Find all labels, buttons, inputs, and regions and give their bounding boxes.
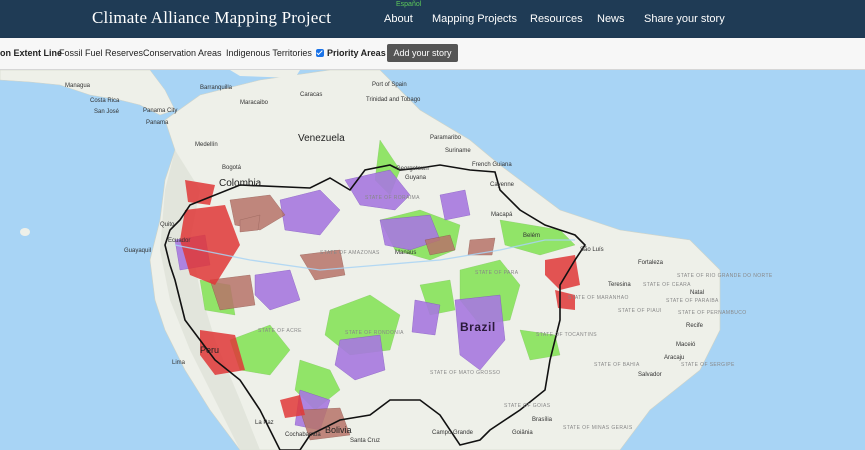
label-la-paz: La Paz: [255, 420, 274, 426]
indigenous-territory[interactable]: [439, 189, 471, 221]
nav-mapping-projects[interactable]: Mapping Projects: [432, 13, 517, 25]
label-state-piaui: STATE OF PIAUI: [618, 308, 662, 314]
layer-toggle-indigenous-territories[interactable]: Indigenous Territories: [226, 48, 312, 58]
label-lima: Lima: [172, 360, 186, 366]
label-state-ceara: STATE OF CEARA: [643, 282, 691, 288]
label-guayaquil: Guayaquil: [124, 248, 152, 254]
label-aracaju: Aracaju: [664, 355, 685, 361]
label-state-maranhao: STATE OF MARANHAO: [568, 295, 629, 301]
layer-toggle-extent-line[interactable]: on Extent Line: [0, 48, 62, 58]
label-state-minas-gerais: STATE OF MINAS GERAIS: [563, 425, 633, 431]
layer-toggle-fossil-fuel-reserves[interactable]: Fossil Fuel Reserves: [59, 48, 143, 58]
label-panama-city: Panama City: [143, 108, 178, 114]
label-panama: Panama: [146, 120, 169, 126]
label-manaus: Manaus: [395, 250, 417, 256]
label-georgetown: Georgetown: [396, 166, 429, 172]
label-sao-luis: São Luís: [580, 247, 604, 253]
layer-toggle-conservation-areas[interactable]: Conservation Areas: [143, 48, 222, 58]
label-port-of-spain: Port of Spain: [372, 82, 407, 88]
label-state-goias: STATE OF GOIAS: [504, 403, 551, 409]
label-bolivia: Bolivia: [325, 425, 352, 435]
top-navbar: Climate Alliance Mapping Project Español…: [0, 0, 865, 38]
label-fortaleza: Fortaleza: [638, 260, 664, 266]
label-maceio: Maceió: [676, 342, 696, 348]
label-medellin: Medellín: [195, 142, 218, 148]
galapagos-islands: [20, 228, 30, 236]
label-cayenne: Cayenne: [490, 182, 515, 188]
language-link-espanol[interactable]: Español: [396, 1, 421, 8]
label-recife: Recife: [686, 323, 704, 329]
label-guyana: Guyana: [405, 175, 427, 181]
label-trinidad-and-tobago: Trinidad and Tobago: [366, 97, 421, 103]
label-belem: Belém: [523, 233, 541, 239]
label-state-roraima: STATE OF RORAIMA: [365, 195, 420, 201]
map-canvas[interactable]: Venezuela Colombia Brazil Bolivia Peru E…: [0, 70, 865, 450]
label-barranquilla: Barranquilla: [200, 85, 233, 91]
label-natal: Natal: [690, 290, 705, 296]
add-your-story-button[interactable]: Add your story: [387, 44, 458, 62]
priority-areas-checkbox[interactable]: [316, 49, 324, 57]
label-french-guiana: French Guiana: [472, 162, 512, 168]
layer-toggle-priority-areas[interactable]: Priority Areas: [327, 48, 386, 58]
label-macapa: Macapá: [491, 212, 513, 218]
label-teresina: Teresina: [608, 282, 631, 288]
label-goiania: Goiânia: [512, 430, 533, 436]
site-title[interactable]: Climate Alliance Mapping Project: [92, 8, 331, 28]
label-santa-cruz: Santa Cruz: [350, 438, 381, 444]
label-salvador: Salvador: [638, 372, 662, 378]
label-state-rio-grande-do-norte: STATE OF RIO GRANDE DO NORTE: [677, 273, 773, 279]
label-cochabamba: Cochabamba: [285, 432, 321, 438]
label-caracas: Caracas: [300, 92, 323, 98]
label-costa-rica: Costa Rica: [90, 98, 120, 104]
nav-share-your-story[interactable]: Share your story: [644, 13, 725, 25]
label-state-para: STATE OF PARA: [475, 270, 519, 276]
label-suriname: Suriname: [445, 148, 471, 154]
map-svg: [0, 70, 865, 450]
label-state-sergipe: STATE OF SERGIPE: [681, 362, 735, 368]
label-ecuador: Ecuador: [168, 238, 191, 244]
label-state-paraiba: STATE OF PARAIBA: [666, 298, 719, 304]
label-peru: Peru: [200, 345, 220, 355]
label-paramaribo: Paramaribo: [430, 135, 462, 141]
label-campo-grande: Campo Grande: [432, 430, 474, 436]
label-managua: Managua: [65, 83, 91, 89]
indigenous-territory[interactable]: [411, 299, 441, 336]
label-san-jose: San José: [94, 109, 120, 115]
label-brasilia: Brasília: [532, 417, 553, 423]
label-maracaibo: Maracaibo: [240, 100, 269, 106]
label-quito: Quito: [160, 222, 175, 228]
nav-news[interactable]: News: [597, 13, 625, 25]
label-state-bahia: STATE OF BAHIA: [594, 362, 640, 368]
label-state-rondonia: STATE OF RONDONIA: [345, 330, 404, 336]
label-state-tocantins: STATE OF TOCANTINS: [536, 332, 598, 338]
nav-resources[interactable]: Resources: [530, 13, 583, 25]
label-brazil: Brazil: [460, 320, 496, 334]
label-state-pernambuco: STATE OF PERNAMBUCO: [678, 310, 747, 316]
label-colombia: Colombia: [219, 178, 262, 189]
label-state-mato-grosso: STATE OF MATO GROSSO: [430, 370, 501, 376]
label-venezuela: Venezuela: [298, 133, 345, 144]
nav-about[interactable]: About: [384, 13, 413, 25]
label-state-amazonas: STATE OF AMAZONAS: [320, 250, 380, 256]
label-state-acre: STATE OF ACRE: [258, 328, 302, 334]
label-bogota: Bogotá: [222, 165, 242, 171]
